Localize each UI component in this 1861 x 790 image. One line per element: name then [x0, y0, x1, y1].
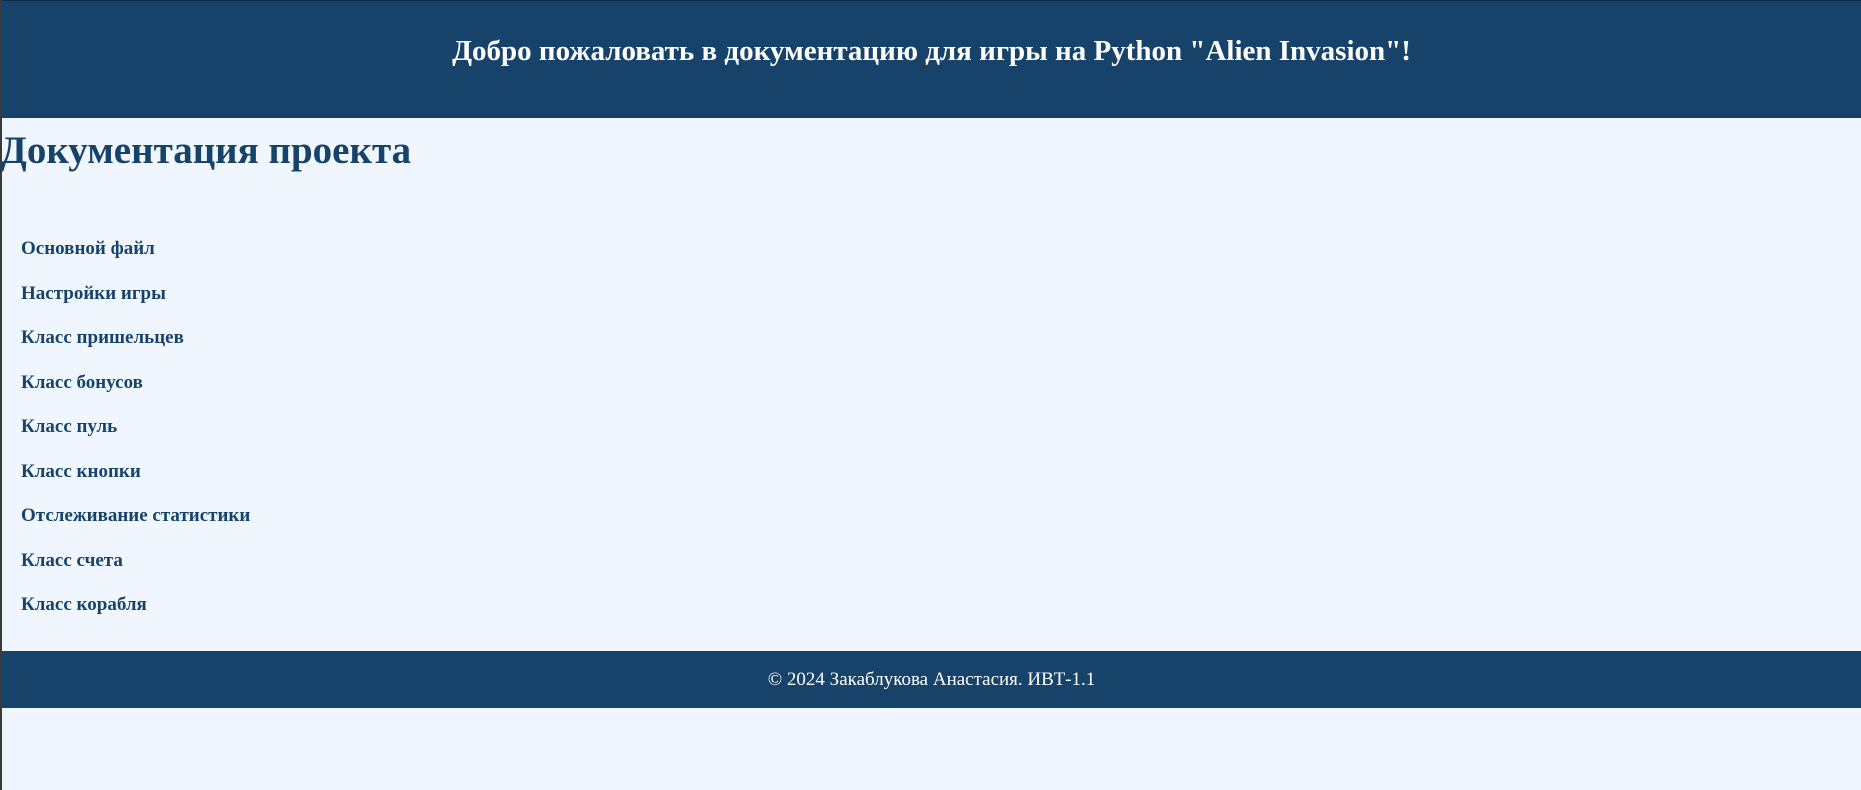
nav-item-main-file: Основной файл — [21, 232, 250, 277]
nav-item-ship-class: Класс корабля — [21, 588, 250, 633]
nav-link-scoreboard-class[interactable]: Класс счета — [21, 544, 123, 578]
nav-item-bullet-class: Класс пуль — [21, 410, 250, 455]
welcome-title: Добро пожаловать в документацию для игры… — [452, 35, 1411, 67]
nav-link-bonus-class[interactable]: Класс бонусов — [21, 366, 143, 400]
nav-item-game-stats: Отслеживание статистики — [21, 499, 250, 544]
nav-link-bullet-class[interactable]: Класс пуль — [21, 410, 117, 444]
nav-item-bonus-class: Класс бонусов — [21, 366, 250, 411]
nav-link-game-stats[interactable]: Отслеживание статистики — [21, 499, 250, 533]
nav-item-button-class: Класс кнопки — [21, 455, 250, 500]
site-footer: © 2024 Закаблукова Анастасия. ИВТ-1.1 — [2, 651, 1861, 708]
nav-item-alien-class: Класс пришельцев — [21, 321, 250, 366]
nav-item-scoreboard-class: Класс счета — [21, 544, 250, 589]
nav-link-ship-class[interactable]: Класс корабля — [21, 588, 147, 622]
section-title: Документация проекта — [0, 129, 412, 172]
nav-link-game-settings[interactable]: Настройки игры — [21, 277, 166, 311]
nav-link-button-class[interactable]: Класс кнопки — [21, 455, 141, 489]
documentation-nav: Основной файл Настройки игры Класс прише… — [21, 232, 250, 633]
nav-item-game-settings: Настройки игры — [21, 277, 250, 322]
nav-link-main-file[interactable]: Основной файл — [21, 232, 155, 266]
site-header: Добро пожаловать в документацию для игры… — [2, 0, 1861, 118]
nav-link-alien-class[interactable]: Класс пришельцев — [21, 321, 184, 355]
footer-copyright: © 2024 Закаблукова Анастасия. ИВТ-1.1 — [767, 669, 1096, 690]
